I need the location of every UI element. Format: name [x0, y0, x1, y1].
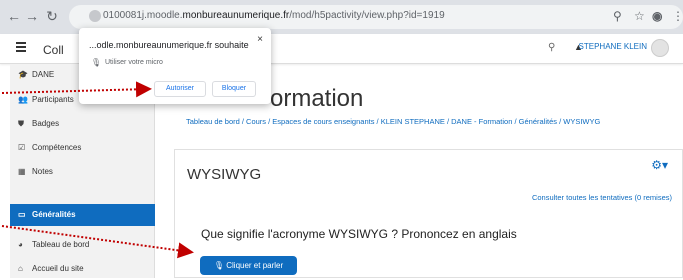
- avatar[interactable]: [651, 39, 669, 57]
- sidebar-item-tableau-de-bord[interactable]: ◕ Tableau de bord: [10, 234, 155, 256]
- popup-title: ...odle.monbureaunumerique.fr souhaite: [89, 40, 249, 50]
- question-text: Que signifie l'acronyme WYSIWYG ? Pronon…: [201, 227, 517, 241]
- reload-icon[interactable]: ↻: [44, 8, 60, 24]
- gear-icon[interactable]: ⚙▾: [651, 158, 668, 172]
- graduation-cap-icon: 🎓: [18, 70, 28, 79]
- shield-icon: ⛊: [18, 119, 24, 128]
- account-icon[interactable]: ◉: [652, 9, 662, 23]
- speak-button[interactable]: 🎙 Cliquer et parler: [200, 256, 297, 275]
- attempts-link[interactable]: Consulter toutes les tentatives (0 remis…: [532, 193, 672, 202]
- allow-button[interactable]: Autoriser: [154, 81, 206, 97]
- microphone-permission-popup: ...odle.monbureaunumerique.fr souhaite ×…: [79, 28, 271, 104]
- activity-title: WYSIWYG: [187, 166, 262, 183]
- star-icon[interactable]: ☆: [634, 9, 645, 23]
- user-name[interactable]: STEPHANE KLEIN: [579, 42, 647, 51]
- page-title: ormation: [270, 85, 364, 112]
- dashboard-icon: ◕: [18, 240, 23, 249]
- hamburger-menu-icon[interactable]: [16, 42, 26, 52]
- close-icon[interactable]: ×: [257, 34, 263, 45]
- back-icon[interactable]: ←: [6, 8, 22, 24]
- search-icon[interactable]: ⚲: [548, 42, 555, 53]
- checkbox-icon: ☑: [18, 143, 26, 152]
- sidebar-item-badges[interactable]: ⛊ Badges: [10, 113, 155, 135]
- breadcrumb[interactable]: Tableau de bord / Cours / Espaces de cou…: [186, 117, 600, 126]
- site-brand[interactable]: Coll: [43, 43, 64, 57]
- url-text[interactable]: 0100081j.moodle.monbureaunumerique.fr/mo…: [103, 10, 445, 21]
- menu-dots-icon[interactable]: ⋮: [672, 9, 683, 23]
- screenshot-frame: ← → ↻ 0100081j.moodle.monbureaunumerique…: [0, 0, 683, 278]
- block-button[interactable]: Bloquer: [212, 81, 256, 97]
- permission-text: Utiliser votre micro: [105, 59, 163, 66]
- sidebar-item-competences[interactable]: ☑ Compétences: [10, 137, 155, 159]
- microphone-icon: 🎙: [213, 261, 224, 270]
- sidebar-item-generalites[interactable]: ▭ Généralités: [10, 204, 155, 226]
- microphone-icon: 🎙: [91, 58, 102, 67]
- sidebar-item-accueil[interactable]: ⌂ Accueil du site: [10, 258, 155, 280]
- lock-icon[interactable]: [89, 10, 101, 22]
- sidebar-item-notes[interactable]: ▦ Notes: [10, 161, 155, 183]
- activity-card: WYSIWYG ⚙▾ Consulter toutes les tentativ…: [174, 149, 683, 278]
- forward-icon[interactable]: →: [24, 8, 40, 24]
- users-icon: 👥: [18, 95, 28, 104]
- folder-icon: ▭: [18, 210, 26, 219]
- home-icon: ⌂: [18, 264, 23, 273]
- table-icon: ▦: [18, 167, 26, 176]
- zoom-icon[interactable]: ⚲: [613, 9, 622, 23]
